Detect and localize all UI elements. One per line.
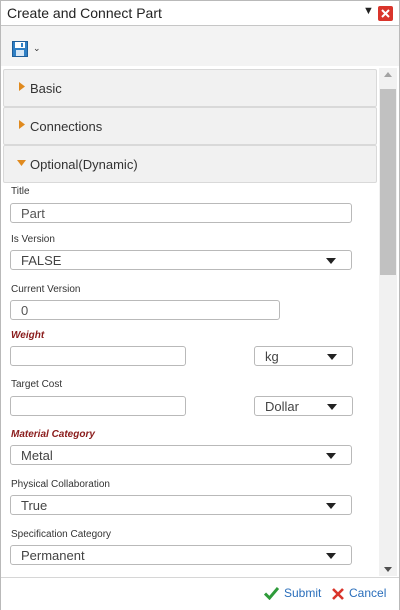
cancel-button[interactable]: Cancel [332, 586, 386, 602]
dropdown-caret-icon [327, 404, 337, 410]
section-connections[interactable]: Connections [3, 107, 377, 145]
specification-category-select[interactable]: Permanent [10, 545, 352, 565]
target-cost-input[interactable] [10, 396, 186, 416]
expand-arrow-icon [19, 82, 25, 91]
toolbar: ⌄ [1, 26, 399, 66]
weight-input[interactable] [10, 346, 186, 366]
scroll-up-icon[interactable] [384, 72, 392, 77]
scroll-down-icon[interactable] [384, 567, 392, 572]
is-version-label: Is Version [11, 234, 55, 245]
collapse-arrow-icon [17, 160, 26, 166]
material-category-label: Material Category [11, 429, 95, 440]
title-menu-icon[interactable]: ▼ [363, 5, 374, 17]
vertical-scrollbar[interactable] [379, 68, 397, 576]
material-category-value: Metal [21, 448, 53, 463]
submit-label: Submit [284, 586, 322, 600]
create-connect-part-dialog: Create and Connect Part ▼ ⌄ Basic Connec… [0, 0, 400, 610]
expand-arrow-icon [19, 120, 25, 129]
physical-collaboration-select[interactable]: True [10, 495, 352, 515]
section-basic[interactable]: Basic [3, 69, 377, 107]
chevron-down-icon[interactable]: ⌄ [33, 43, 41, 54]
submit-button[interactable]: Submit [263, 586, 321, 602]
title-input[interactable]: Part [10, 203, 352, 223]
cancel-x-icon [332, 588, 344, 600]
title-bar: Create and Connect Part ▼ [1, 1, 399, 26]
target-cost-unit-select[interactable]: Dollar [254, 396, 353, 416]
is-version-select[interactable]: FALSE [10, 250, 352, 270]
dropdown-caret-icon [326, 453, 336, 459]
section-basic-label: Basic [30, 81, 62, 96]
scrollbar-thumb[interactable] [380, 89, 396, 275]
dropdown-caret-icon [326, 503, 336, 509]
is-version-value: FALSE [21, 253, 62, 268]
specification-category-label: Specification Category [11, 529, 112, 540]
physical-collaboration-value: True [21, 498, 48, 513]
weight-unit-value: kg [265, 349, 279, 364]
current-version-label: Current Version [11, 284, 81, 295]
target-cost-label: Target Cost [11, 379, 63, 390]
title-label: Title [11, 186, 30, 197]
current-version-input[interactable]: 0 [10, 300, 280, 320]
window-title: Create and Connect Part [7, 5, 162, 21]
dialog-footer: Submit Cancel [1, 577, 399, 610]
current-version-placeholder: 0 [21, 303, 29, 318]
section-optional[interactable]: Optional(Dynamic) [3, 145, 377, 183]
dropdown-caret-icon [326, 553, 336, 559]
material-category-select[interactable]: Metal [10, 445, 352, 465]
dropdown-caret-icon [326, 258, 336, 264]
section-optional-label: Optional(Dynamic) [30, 157, 138, 172]
form-scroll-area[interactable]: Basic Connections Optional(Dynamic) Titl… [3, 68, 379, 576]
target-cost-unit-value: Dollar [265, 399, 299, 414]
dropdown-caret-icon [327, 354, 337, 360]
close-button[interactable] [378, 6, 393, 21]
save-icon[interactable] [12, 41, 28, 62]
weight-label: Weight [11, 330, 45, 341]
physical-collaboration-label: Physical Collaboration [11, 479, 110, 490]
section-connections-label: Connections [30, 119, 103, 134]
weight-unit-select[interactable]: kg [254, 346, 353, 366]
checkmark-icon [263, 587, 280, 601]
specification-category-value: Permanent [21, 548, 85, 563]
close-icon [381, 9, 390, 18]
title-placeholder: Part [21, 206, 45, 221]
cancel-label: Cancel [349, 586, 387, 600]
